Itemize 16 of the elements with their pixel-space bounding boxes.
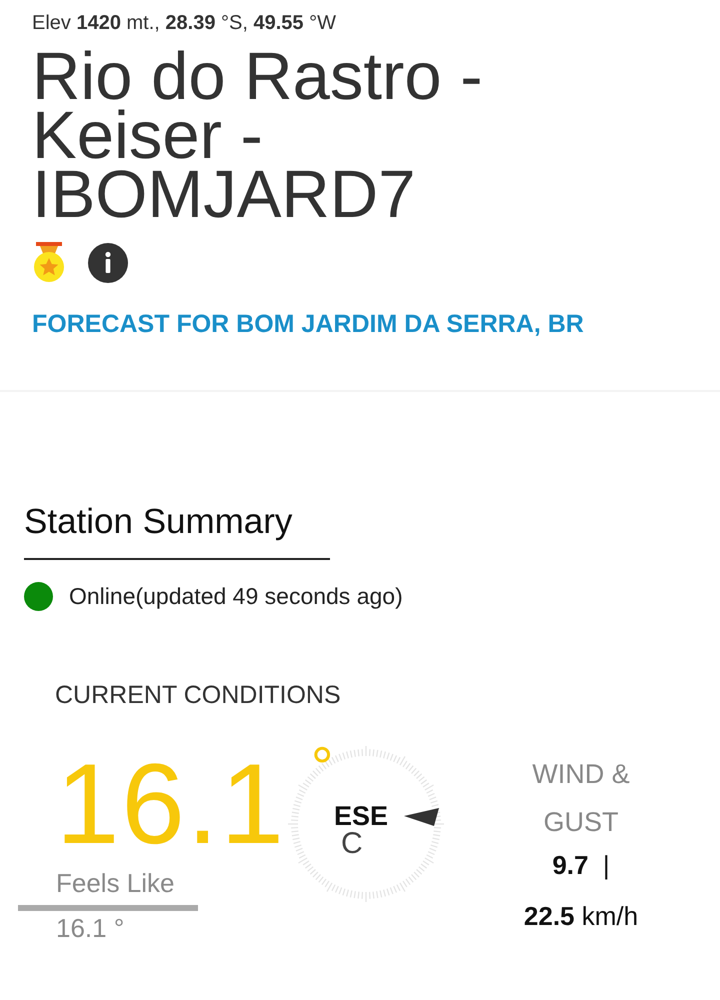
section-heading: Station Summary [24,502,330,560]
wind-speed: 9.7 | [552,850,610,881]
medal-icon [32,242,66,284]
wind-direction-pointer [404,808,439,826]
temperature-value: 16.1 [56,750,286,860]
station-title: Rio do Rastro - Keiser - IBOMJARD7 [32,47,484,224]
elevation-coordinates: Elev 1420 mt., 28.39 °S, 49.55 °W [32,12,336,35]
forecast-link[interactable]: FORECAST FOR BOM JARDIM DA SERRA, BR [32,310,584,339]
info-icon[interactable] [88,243,128,283]
section-heading: CURRENT CONDITIONS [55,681,341,710]
feels-like-label: Feels Like [56,868,174,899]
degree-symbol: ° [311,739,334,795]
status-text: Online(updated 49 seconds ago) [69,583,403,610]
wind-label: WIND & GUST [531,758,631,839]
gust-speed: 22.5 km/h [524,901,638,932]
feels-like-value: 16.1 ° [56,913,124,944]
